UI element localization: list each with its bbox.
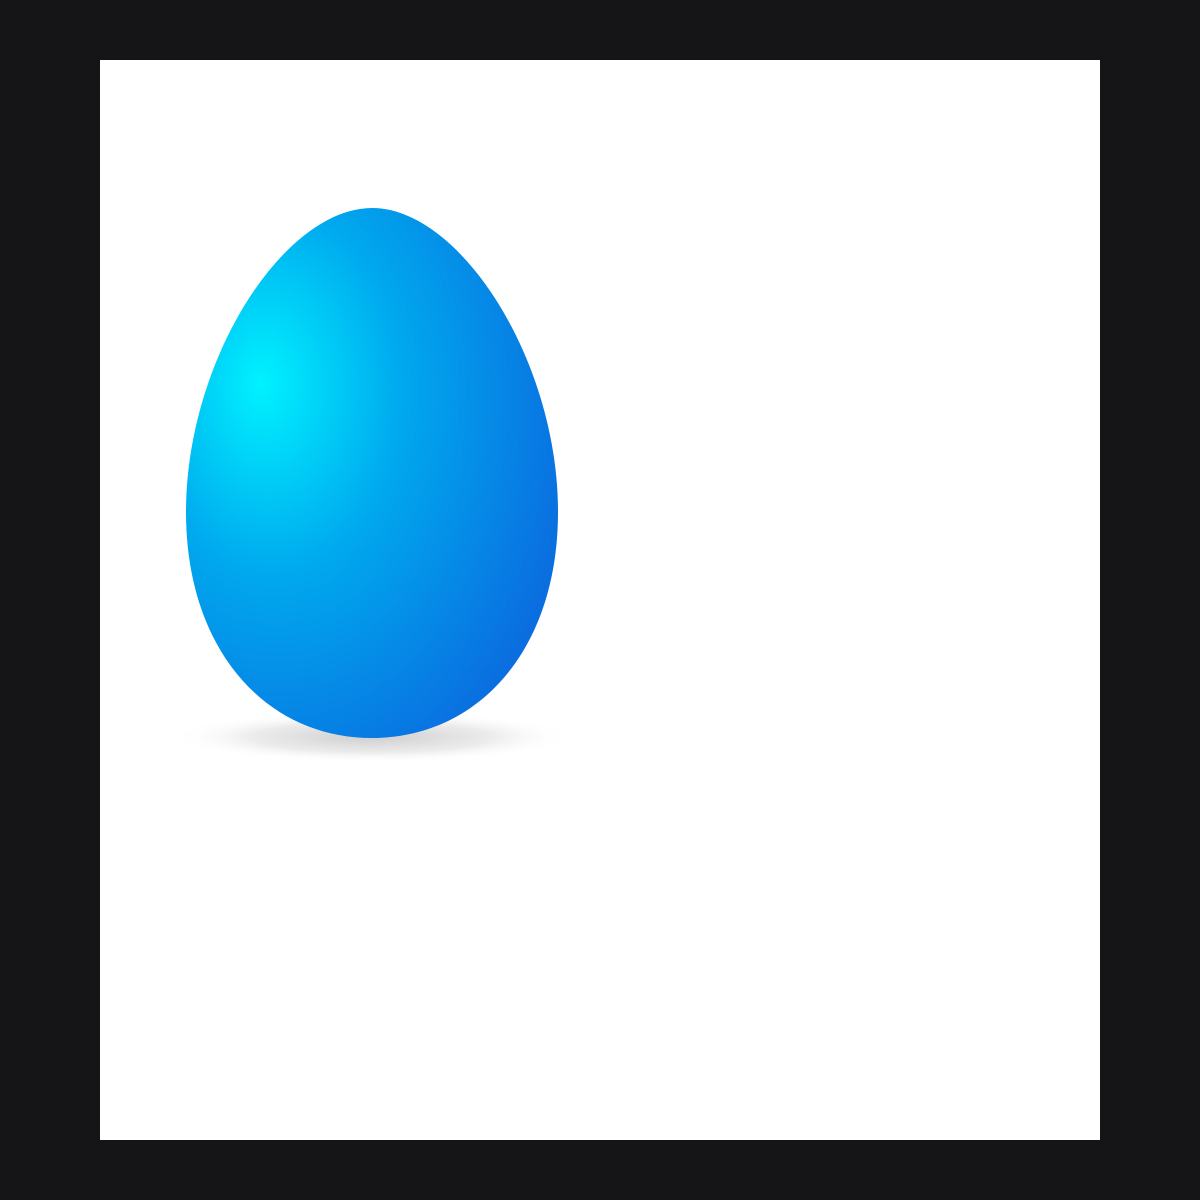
egg-illustration xyxy=(172,208,572,763)
blue-egg xyxy=(186,208,558,738)
image-canvas xyxy=(100,60,1100,1140)
